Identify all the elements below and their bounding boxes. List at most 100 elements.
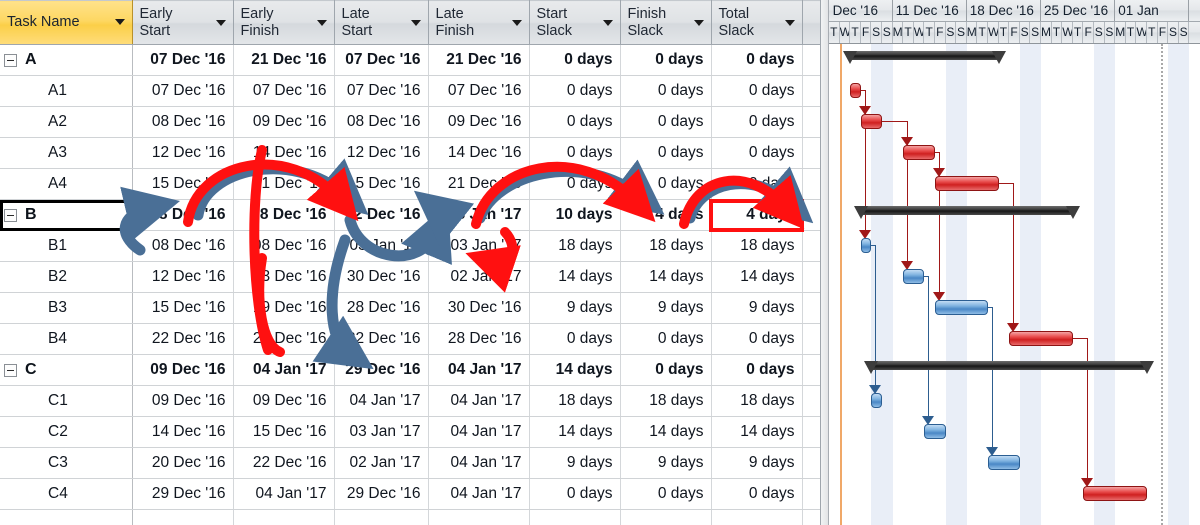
cell-late_finish[interactable]: 07 Dec '16 [428,75,530,107]
chevron-down-icon[interactable] [316,19,327,26]
cell-late_start[interactable]: 03 Jan '17 [334,416,429,448]
cell-start_slack[interactable]: 0 days [529,478,621,510]
table-row[interactable]: B4 22 Dec '16 28 Dec '16 22 Dec '16 28 Dec '… [0,323,820,355]
cell-total_slack[interactable]: 18 days [711,385,803,417]
table-row[interactable]: C3 20 Dec '16 22 Dec '16 02 Jan '17 04 Jan '… [0,447,820,479]
cell-early_start[interactable]: 20 Dec '16 [132,447,234,479]
cell-early_finish[interactable]: 15 Dec '16 [233,416,335,448]
table-row[interactable]: A2 08 Dec '16 09 Dec '16 08 Dec '16 09 Dec '… [0,106,820,138]
gantt-task-bar[interactable] [1009,331,1073,346]
table-row[interactable]: B1 08 Dec '16 08 Dec '16 03 Jan '17 03 Jan '… [0,230,820,262]
cell-late_start[interactable]: 02 Jan '17 [334,447,429,479]
cell-finish_slack[interactable]: 0 days [620,323,712,355]
column-header-task_name[interactable]: Task Name [0,0,133,45]
cell-start_slack[interactable]: 0 days [529,323,621,355]
gantt-task-bar[interactable] [850,83,861,98]
cell-start_slack[interactable]: 10 days [529,199,621,231]
cell-early_start[interactable] [132,509,234,525]
cell-early_start[interactable]: 07 Dec '16 [132,44,234,76]
cell-finish_slack[interactable]: 0 days [620,354,712,386]
column-header-total_slack[interactable]: Total Slack [711,0,803,45]
cell-task-name[interactable]: B3 [0,292,133,324]
chevron-down-icon[interactable] [114,19,125,26]
cell-late_start[interactable]: 29 Dec '16 [334,354,429,386]
cell-late_finish[interactable]: 03 Jan '17 [428,199,530,231]
column-header-start_slack[interactable]: Start Slack [529,0,621,45]
cell-early_start[interactable]: 29 Dec '16 [132,478,234,510]
cell-total_slack[interactable]: 18 days [711,230,803,262]
cell-finish_slack[interactable]: 0 days [620,75,712,107]
table-row[interactable]: B 08 Dec '16 28 Dec '16 22 Dec '16 03 Jan '1… [0,199,820,231]
cell-total_slack[interactable] [711,509,803,525]
cell-early_finish[interactable]: 28 Dec '16 [233,199,335,231]
gantt-task-bar[interactable] [935,300,988,315]
pane-splitter[interactable] [821,0,829,525]
cell-task-name[interactable]: A [0,44,133,76]
table-row[interactable] [0,509,820,525]
table-row[interactable]: C2 14 Dec '16 15 Dec '16 03 Jan '17 04 Jan '… [0,416,820,448]
cell-early_start[interactable]: 08 Dec '16 [132,230,234,262]
cell-late_finish[interactable]: 21 Dec '16 [428,44,530,76]
table-row[interactable]: C4 29 Dec '16 04 Jan '17 29 Dec '16 04 Jan '… [0,478,820,510]
gantt-summary-bar[interactable] [843,51,1006,64]
cell-late_start[interactable]: 28 Dec '16 [334,292,429,324]
cell-early_finish[interactable]: 04 Jan '17 [233,354,335,386]
cell-total_slack[interactable]: 14 days [711,416,803,448]
cell-start_slack[interactable]: 0 days [529,75,621,107]
column-header-early_start[interactable]: Early Start [132,0,234,45]
cell-finish_slack[interactable]: 18 days [620,230,712,262]
gantt-task-bar[interactable] [903,269,925,284]
cell-early_start[interactable]: 09 Dec '16 [132,354,234,386]
cell-task-name[interactable]: B2 [0,261,133,293]
cell-late_finish[interactable]: 02 Jan '17 [428,261,530,293]
cell-early_finish[interactable]: 04 Jan '17 [233,478,335,510]
cell-task-name[interactable]: A2 [0,106,133,138]
cell-early_finish[interactable]: 13 Dec '16 [233,261,335,293]
table-row[interactable]: B3 15 Dec '16 19 Dec '16 28 Dec '16 30 Dec '… [0,292,820,324]
cell-early_finish[interactable]: 21 Dec '16 [233,168,335,200]
cell-task-name[interactable]: C3 [0,447,133,479]
cell-early_start[interactable]: 08 Dec '16 [132,199,234,231]
cell-start_slack[interactable]: 0 days [529,106,621,138]
cell-start_slack[interactable]: 0 days [529,137,621,169]
table-row[interactable]: B2 12 Dec '16 13 Dec '16 30 Dec '16 02 Jan '… [0,261,820,293]
cell-late_start[interactable]: 07 Dec '16 [334,75,429,107]
gantt-task-bar[interactable] [860,114,882,129]
cell-finish_slack[interactable] [620,509,712,525]
cell-late_finish[interactable]: 04 Jan '17 [428,385,530,417]
cell-early_start[interactable]: 15 Dec '16 [132,292,234,324]
cell-task-name[interactable]: C2 [0,416,133,448]
cell-early_start[interactable]: 22 Dec '16 [132,323,234,355]
cell-late_finish[interactable]: 30 Dec '16 [428,292,530,324]
cell-start_slack[interactable]: 18 days [529,385,621,417]
chevron-down-icon[interactable] [511,19,522,26]
table-row[interactable]: C1 09 Dec '16 09 Dec '16 04 Jan '17 04 Jan '… [0,385,820,417]
cell-total_slack[interactable]: 0 days [711,44,803,76]
cell-finish_slack[interactable]: 9 days [620,447,712,479]
cell-early_finish[interactable] [233,509,335,525]
column-header-early_finish[interactable]: Early Finish [233,0,335,45]
cell-finish_slack[interactable]: 14 days [620,261,712,293]
cell-late_finish[interactable]: 28 Dec '16 [428,323,530,355]
chevron-down-icon[interactable] [784,19,795,26]
cell-finish_slack[interactable]: 0 days [620,168,712,200]
cell-total_slack[interactable]: 0 days [711,106,803,138]
cell-early_finish[interactable]: 14 Dec '16 [233,137,335,169]
cell-finish_slack[interactable]: 9 days [620,292,712,324]
cell-early_finish[interactable]: 21 Dec '16 [233,44,335,76]
gantt-summary-bar[interactable] [853,206,1080,219]
cell-late_start[interactable]: 22 Dec '16 [334,323,429,355]
cell-total_slack[interactable]: 9 days [711,447,803,479]
collapse-minus-icon[interactable] [4,363,17,377]
cell-finish_slack[interactable]: 4 days [620,199,712,231]
column-header-late_start[interactable]: Late Start [334,0,429,45]
cell-task-name[interactable]: B4 [0,323,133,355]
cell-start_slack[interactable]: 9 days [529,292,621,324]
cell-late_finish[interactable]: 09 Dec '16 [428,106,530,138]
cell-late_finish[interactable]: 03 Jan '17 [428,230,530,262]
chevron-down-icon[interactable] [410,19,421,26]
cell-finish_slack[interactable]: 0 days [620,106,712,138]
cell-late_finish[interactable]: 21 Dec '16 [428,168,530,200]
column-header-late_finish[interactable]: Late Finish [428,0,530,45]
cell-early_start[interactable]: 14 Dec '16 [132,416,234,448]
